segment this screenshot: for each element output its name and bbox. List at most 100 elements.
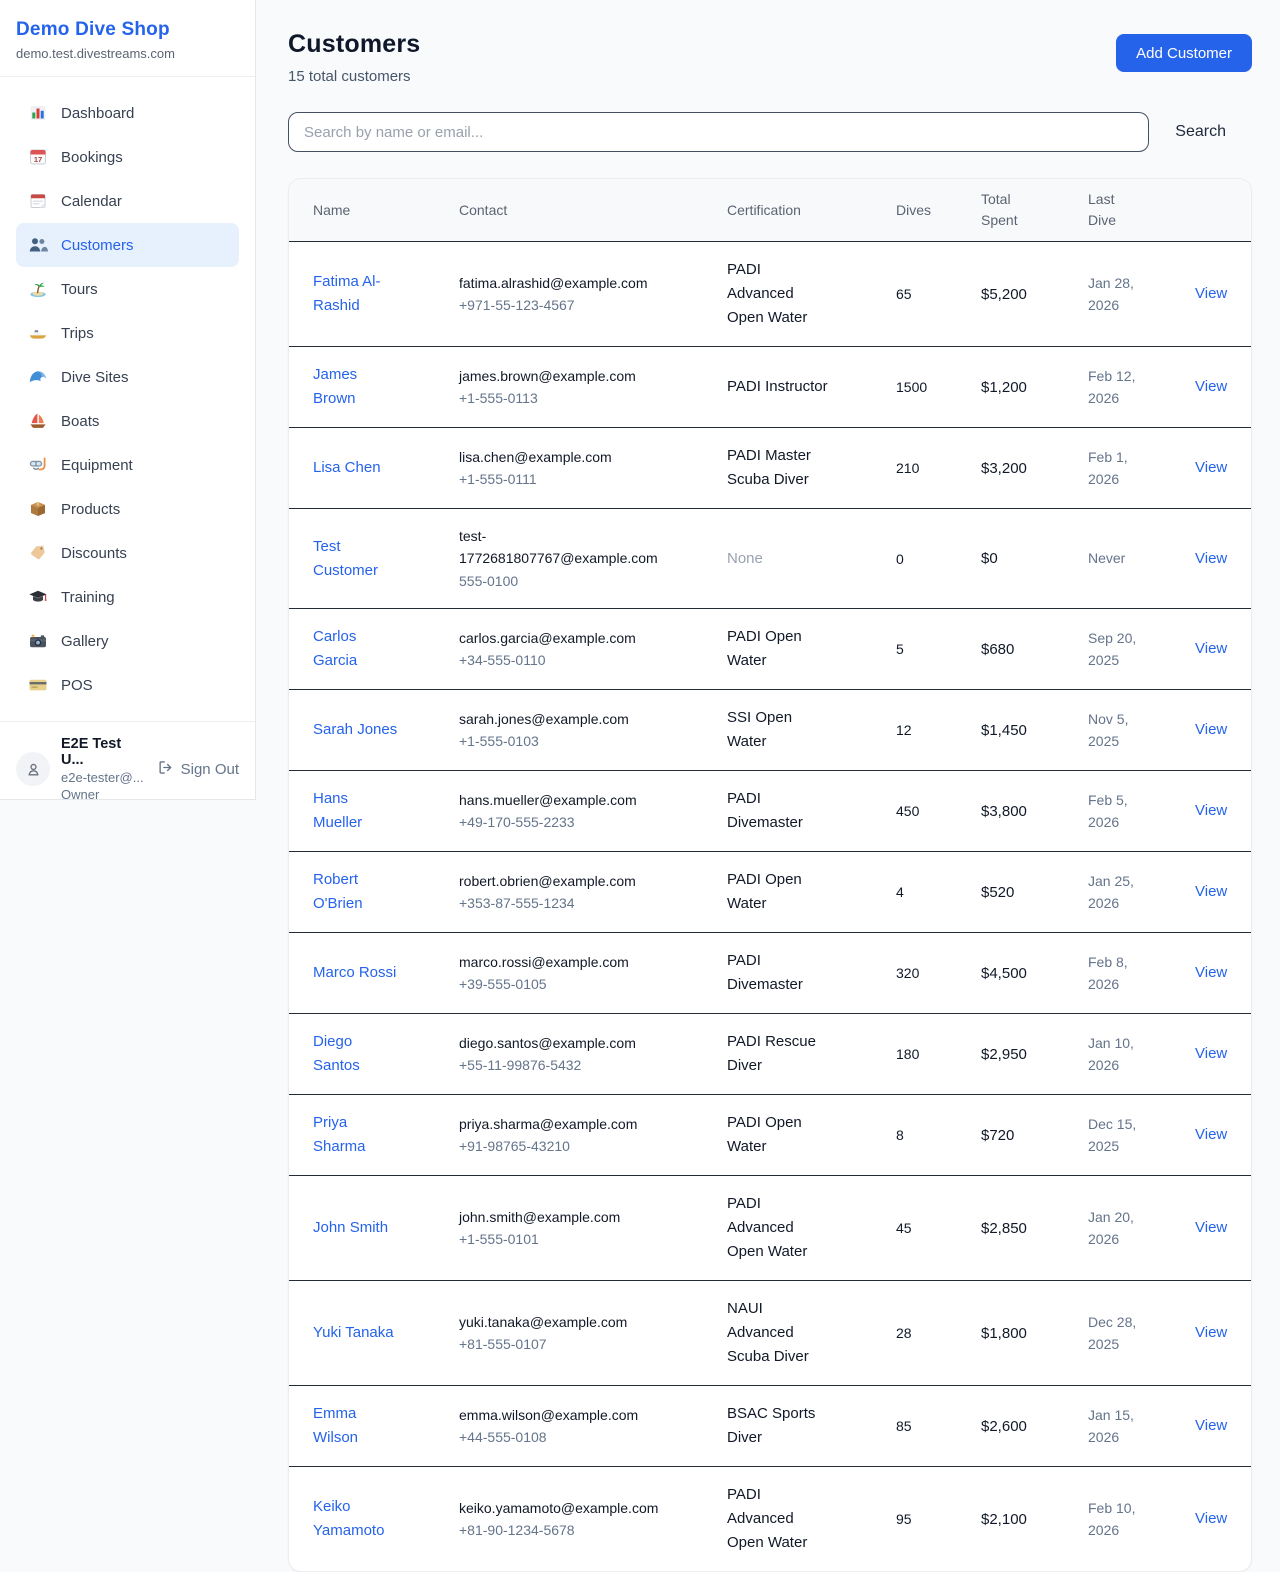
view-link[interactable]: View [1195,1045,1227,1062]
customer-name-link[interactable]: Diego Santos [313,1030,401,1078]
avatar [16,752,50,786]
island-icon [28,279,48,299]
sidebar-item-label: Customers [61,237,134,254]
sidebar-item-label: Gallery [61,633,109,650]
table-row: Fatima Al-Rashidfatima.alrashid@example.… [289,242,1251,347]
brand-block: Demo Dive Shop demo.test.divestreams.com [0,0,255,77]
dives-cell: 4 [896,884,981,900]
view-link[interactable]: View [1195,1417,1227,1434]
grad-cap-icon [28,587,48,607]
customer-name-link[interactable]: James Brown [313,363,401,411]
sidebar-item-label: Boats [61,413,99,430]
view-link[interactable]: View [1195,1126,1227,1143]
dives-cell: 8 [896,1127,981,1143]
total-spent-cell: $1,800 [981,1325,1088,1342]
contact-cell: emma.wilson@example.com+44-555-0108 [459,1404,727,1449]
speedboat-icon [28,323,48,343]
view-link[interactable]: View [1195,1219,1227,1236]
user-section: E2E Test U... e2e-tester@... Owner Sign … [0,721,255,820]
table-row: Emma Wilson emma.wilson@example.com+44-55… [289,1386,1251,1467]
customer-email: robert.obrien@example.com [459,870,665,892]
sidebar-item-tours[interactable]: Tours [16,267,239,311]
sidebar-item-products[interactable]: Products [16,487,239,531]
customer-phone: +34-555-0110 [459,649,715,671]
view-link[interactable]: View [1195,378,1227,395]
table-row: James Brown james.brown@example.com+1-555… [289,347,1251,428]
customer-name-link[interactable]: Lisa Chen [313,456,381,480]
total-spent-cell: $3,800 [981,803,1088,820]
view-link[interactable]: View [1195,1324,1227,1341]
sidebar-item-pos[interactable]: POS [16,663,239,707]
customer-email: emma.wilson@example.com [459,1404,665,1426]
search-row: Search [288,112,1252,152]
sidebar-item-training[interactable]: Training [16,575,239,619]
dives-cell: 45 [896,1220,981,1236]
view-link[interactable]: View [1195,285,1227,302]
search-button[interactable]: Search [1149,123,1252,141]
view-link[interactable]: View [1195,640,1227,657]
customer-name-link[interactable]: Emma Wilson [313,1402,401,1450]
customer-phone: +1-555-0101 [459,1228,715,1250]
total-spent-cell: $2,100 [981,1511,1088,1528]
contact-cell: marco.rossi@example.com+39-555-0105 [459,951,727,996]
contact-cell: lisa.chen@example.com+1-555-0111 [459,446,727,491]
certification-cell: PADI Open Water [727,625,841,673]
customer-name-link[interactable]: Priya Sharma [313,1111,401,1159]
last-dive-cell: Nov 5, 2025 [1088,708,1150,753]
table-row: Keiko Yamamotokeiko.yamamoto@example.com… [289,1467,1251,1571]
customer-name-link[interactable]: Sarah Jones [313,718,397,742]
sidebar-item-calendar[interactable]: Calendar [16,179,239,223]
customer-name-link[interactable]: Hans Mueller [313,787,401,835]
sidebar-item-dive-sites[interactable]: Dive Sites [16,355,239,399]
customer-name-link[interactable]: Test Customer [313,535,401,583]
sign-out-button[interactable]: Sign Out [157,759,239,780]
customer-name-link[interactable]: Yuki Tanaka [313,1321,394,1345]
customer-email: james.brown@example.com [459,365,665,387]
sidebar-item-trips[interactable]: Trips [16,311,239,355]
customer-name-link[interactable]: Carlos Garcia [313,625,401,673]
customer-name-link[interactable]: Fatima Al-Rashid [313,270,401,318]
view-link[interactable]: View [1195,1510,1227,1527]
add-customer-button[interactable]: Add Customer [1116,34,1252,72]
certification-cell: None [727,547,841,571]
view-link[interactable]: View [1195,964,1227,981]
total-spent-cell: $720 [981,1127,1088,1144]
table-row: Yuki Tanakayuki.tanaka@example.com+81-55… [289,1281,1251,1386]
total-spent-cell: $2,600 [981,1418,1088,1435]
sidebar: Demo Dive Shop demo.test.divestreams.com… [0,0,256,800]
last-dive-cell: Feb 12, 2026 [1088,365,1150,410]
sidebar-item-gallery[interactable]: Gallery [16,619,239,663]
contact-cell: james.brown@example.com+1-555-0113 [459,365,727,410]
column-header-name: Name [313,190,459,231]
credit-card-icon [28,675,48,695]
view-link[interactable]: View [1195,721,1227,738]
customer-email: carlos.garcia@example.com [459,627,665,649]
sidebar-item-label: Trips [61,325,94,342]
sign-out-label: Sign Out [181,761,239,778]
view-link[interactable]: View [1195,883,1227,900]
sidebar-item-boats[interactable]: Boats [16,399,239,443]
customer-name-link[interactable]: Robert O'Brien [313,868,401,916]
total-spent-cell: $1,200 [981,379,1088,396]
sidebar-item-dashboard[interactable]: Dashboard [16,91,239,135]
table-row: Lisa Chen lisa.chen@example.com+1-555-011… [289,428,1251,509]
table-body: Fatima Al-Rashidfatima.alrashid@example.… [289,242,1251,1571]
view-link[interactable]: View [1195,459,1227,476]
customer-name-link[interactable]: Keiko Yamamoto [313,1495,401,1543]
dives-cell: 95 [896,1511,981,1527]
view-link[interactable]: View [1195,550,1227,567]
sidebar-item-equipment[interactable]: Equipment [16,443,239,487]
sidebar-item-customers[interactable]: Customers [16,223,239,267]
certification-cell: PADI Master Scuba Diver [727,444,841,492]
customer-name-link[interactable]: John Smith [313,1216,388,1240]
sidebar-item-label: Dashboard [61,105,134,122]
sidebar-item-bookings[interactable]: 17Bookings [16,135,239,179]
customer-email: priya.sharma@example.com [459,1113,665,1135]
sidebar-item-discounts[interactable]: Discounts [16,531,239,575]
customer-name-link[interactable]: Marco Rossi [313,961,396,985]
search-input[interactable] [288,112,1149,152]
total-spent-cell: $0 [981,550,1088,567]
main-content: Customers 15 total customers Add Custome… [256,0,1280,1572]
tag-icon [28,543,48,563]
view-link[interactable]: View [1195,802,1227,819]
